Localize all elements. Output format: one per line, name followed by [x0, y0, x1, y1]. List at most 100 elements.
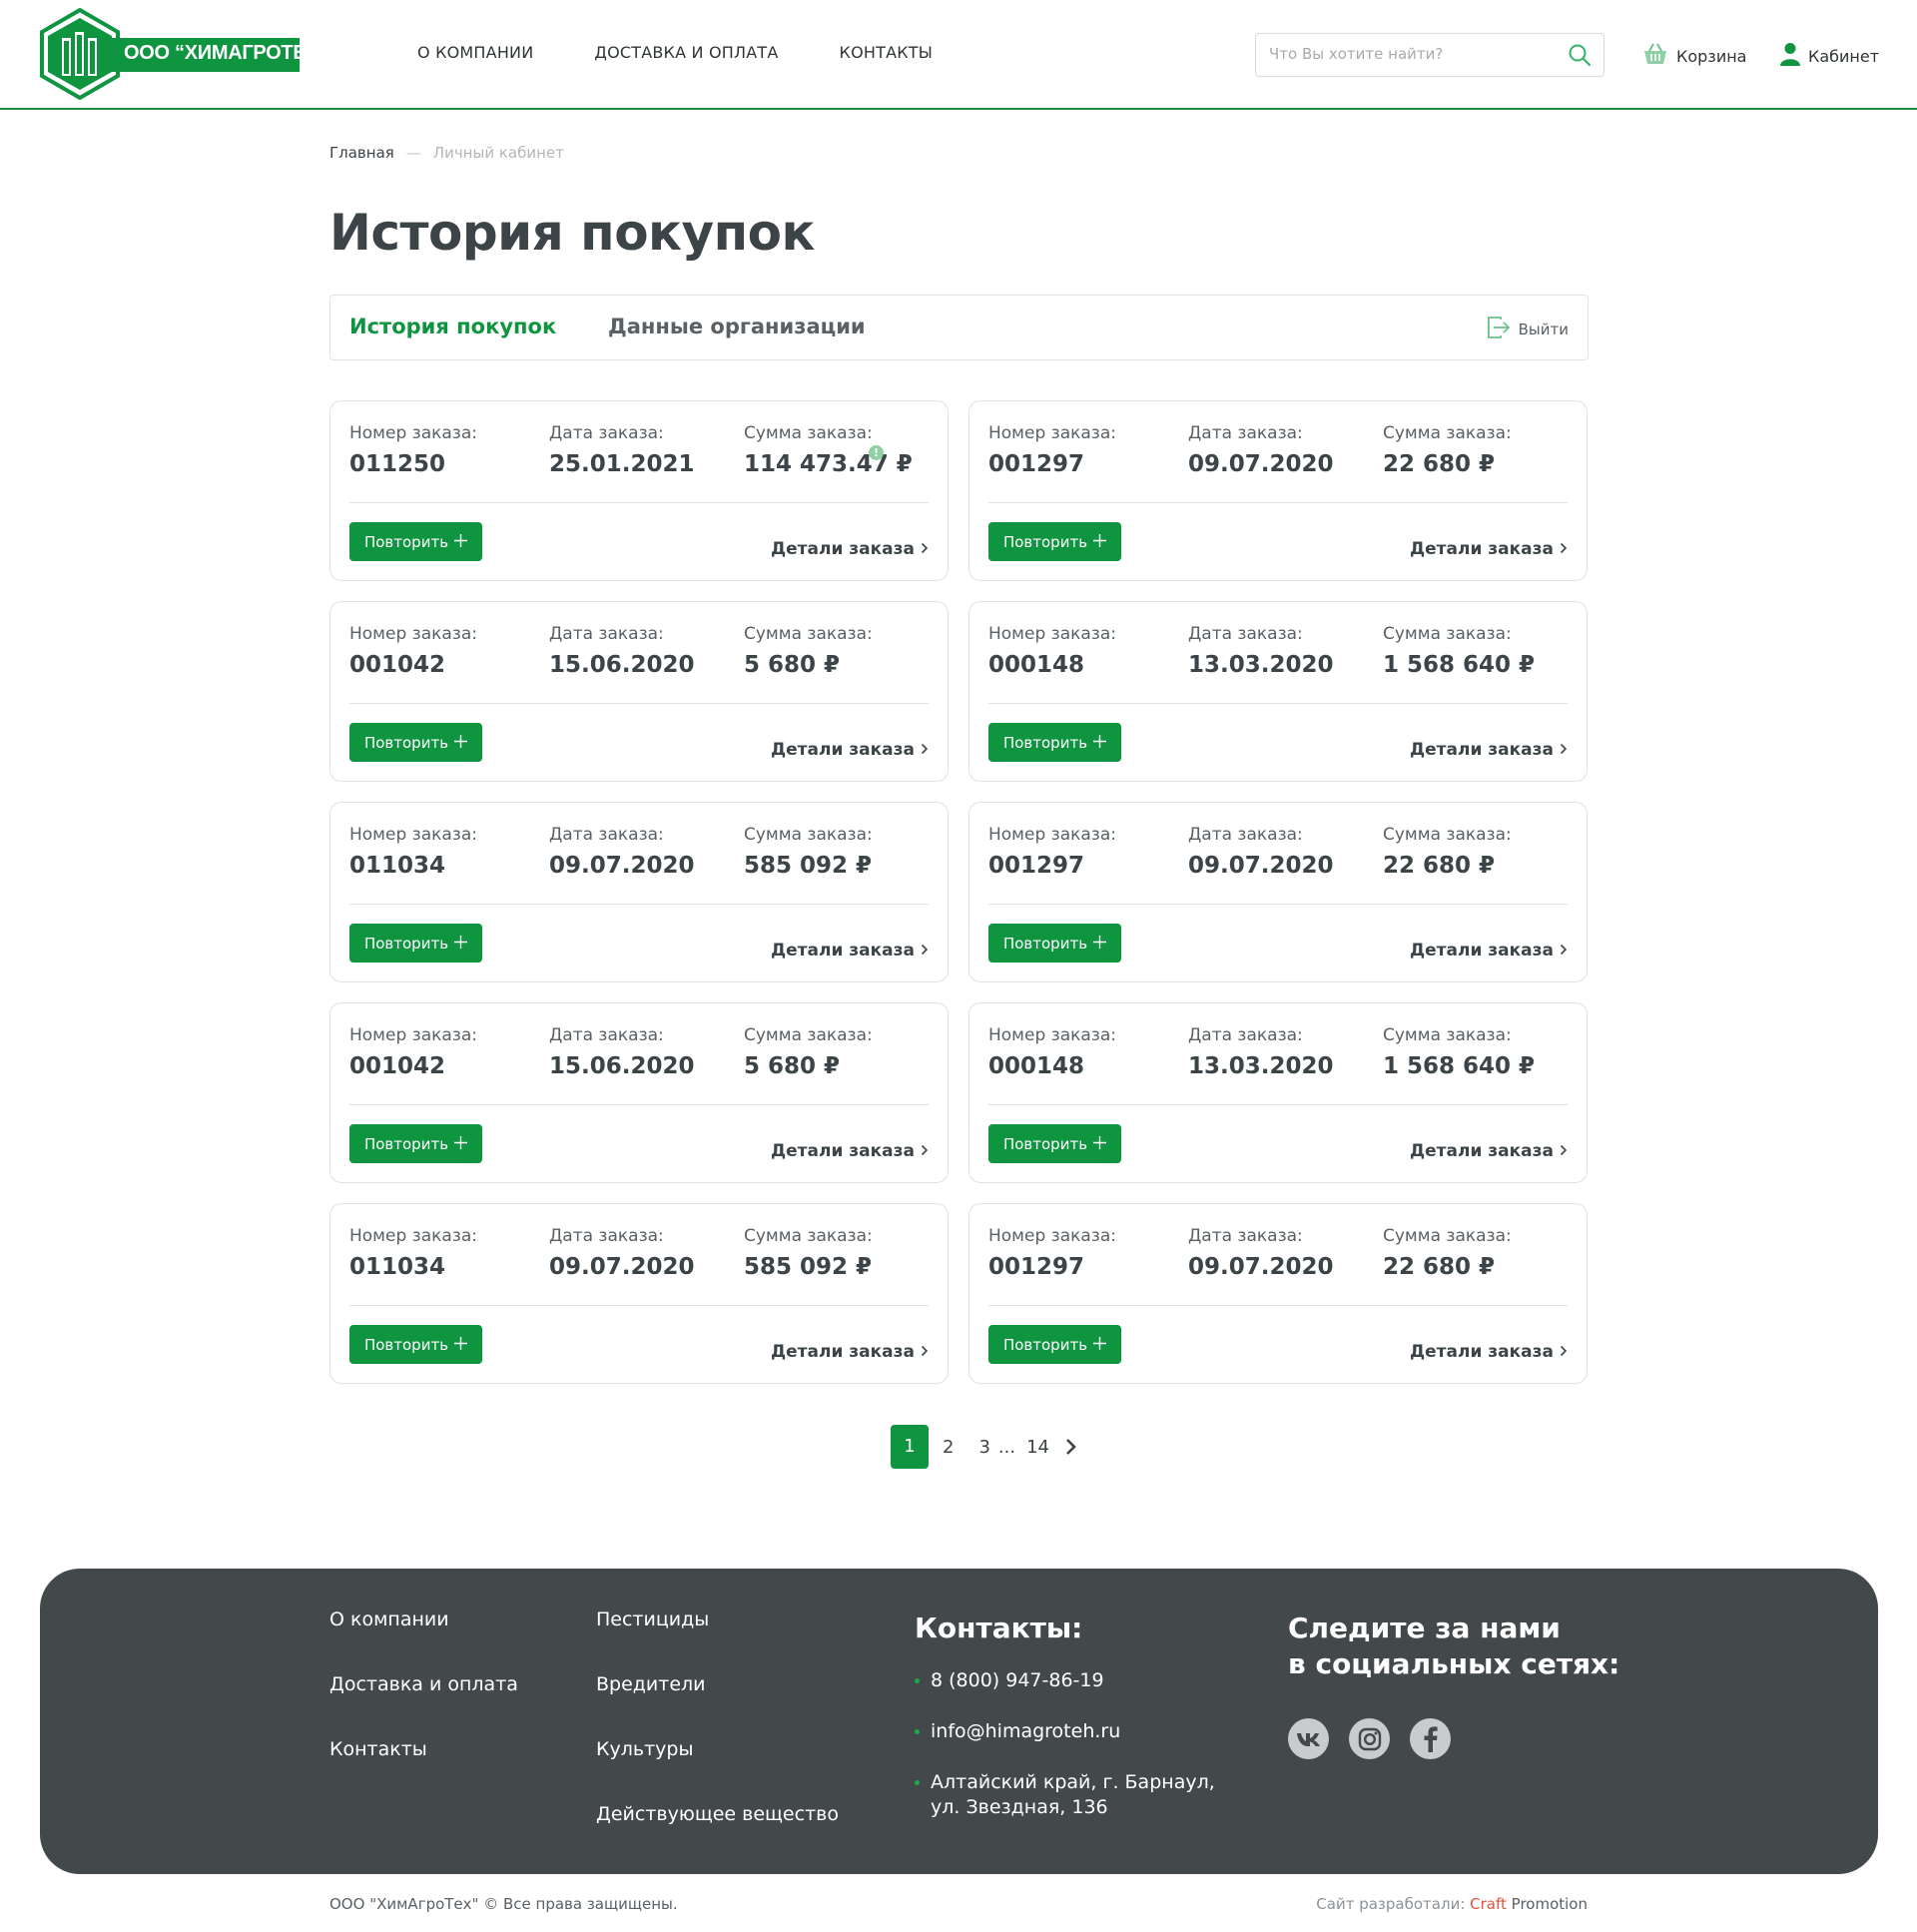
- page-3[interactable]: 3: [978, 1437, 989, 1458]
- order-number-block: Номер заказа: 011034: [349, 1226, 477, 1280]
- details-label: Детали заказа: [1410, 539, 1554, 559]
- page-1[interactable]: 1: [891, 1425, 929, 1469]
- order-details-link[interactable]: Детали заказа: [1410, 1342, 1568, 1362]
- order-sum: 5 680 ₽: [744, 1053, 841, 1079]
- footer-link-pests[interactable]: Вредители: [596, 1673, 839, 1695]
- cabinet-link[interactable]: Кабинет: [1780, 42, 1879, 70]
- footer-link-contacts[interactable]: Контакты: [329, 1738, 518, 1760]
- order-sum: 585 092 ₽: [744, 1254, 873, 1280]
- instagram-icon[interactable]: [1349, 1718, 1390, 1759]
- order-date-label: Дата заказа:: [1188, 624, 1303, 644]
- footer-link-active-substance[interactable]: Действующее вещество: [596, 1803, 839, 1825]
- breadcrumb: Главная — Личный кабинет: [329, 144, 564, 162]
- repeat-order-button[interactable]: Повторить: [349, 723, 482, 762]
- developer-link-craft[interactable]: Craft: [1470, 1895, 1507, 1913]
- page-2[interactable]: 2: [943, 1437, 954, 1458]
- details-label: Детали заказа: [1410, 1342, 1554, 1362]
- page-last[interactable]: 14: [1026, 1437, 1049, 1458]
- footer-link-crops[interactable]: Культуры: [596, 1738, 839, 1760]
- order-date-block: Дата заказа: 09.07.2020: [549, 1226, 695, 1280]
- repeat-label: Повторить: [363, 934, 449, 953]
- order-number-block: Номер заказа: 000148: [988, 1025, 1116, 1079]
- order-number-label: Номер заказа:: [988, 1226, 1116, 1246]
- tab-purchase-history[interactable]: История покупок: [349, 315, 556, 338]
- social-title-1: Следите за нами: [1288, 1611, 1561, 1644]
- repeat-order-button[interactable]: Повторить: [988, 1124, 1121, 1163]
- order-details-link[interactable]: Детали заказа: [771, 740, 929, 760]
- next-page-chevron-icon[interactable]: [1065, 1438, 1077, 1456]
- order-details-link[interactable]: Детали заказа: [771, 1342, 929, 1362]
- breadcrumb-home[interactable]: Главная: [329, 144, 394, 162]
- order-date-label: Дата заказа:: [1188, 1025, 1303, 1045]
- order-number: 001042: [349, 652, 446, 678]
- order-details-link[interactable]: Детали заказа: [771, 1141, 929, 1161]
- order-number: 001297: [988, 853, 1085, 879]
- nav-delivery[interactable]: ДОСТАВКА И ОПЛАТА: [594, 43, 778, 62]
- order-sum-block: Сумма заказа: 114 473.47 ₽: [744, 423, 913, 477]
- repeat-order-button[interactable]: Повторить: [988, 1325, 1121, 1364]
- repeat-order-button[interactable]: Повторить: [349, 522, 482, 561]
- nav-about[interactable]: О КОМПАНИИ: [417, 43, 533, 62]
- repeat-label: Повторить: [1002, 934, 1088, 953]
- order-date: 09.07.2020: [1188, 853, 1334, 879]
- repeat-label: Повторить: [363, 1134, 449, 1153]
- nav-contacts[interactable]: КОНТАКТЫ: [840, 43, 934, 62]
- footer-socials: Следите за нами в социальных сетях:: [1288, 1610, 1619, 1759]
- order-sum-label: Сумма заказа:: [1383, 624, 1512, 644]
- repeat-order-button[interactable]: Повторить: [349, 1325, 482, 1364]
- repeat-order-button[interactable]: Повторить: [349, 924, 482, 963]
- order-number-block: Номер заказа: 001042: [349, 624, 477, 678]
- order-sum: 22 680 ₽: [1383, 1254, 1496, 1280]
- developer-link-promotion[interactable]: Promotion: [1512, 1895, 1588, 1913]
- order-details-link[interactable]: Детали заказа: [1410, 539, 1568, 559]
- footer-link-delivery[interactable]: Доставка и оплата: [329, 1673, 518, 1695]
- order-date-block: Дата заказа: 09.07.2020: [1188, 423, 1334, 477]
- order-details-link[interactable]: Детали заказа: [1410, 740, 1568, 760]
- info-icon[interactable]: !: [869, 445, 884, 460]
- contact-phone[interactable]: 8 (800) 947-86-19: [915, 1668, 1215, 1693]
- chevron-right-icon: [1560, 1342, 1568, 1362]
- page-title: История покупок: [329, 204, 815, 262]
- repeat-order-button[interactable]: Повторить: [349, 1124, 482, 1163]
- order-date-label: Дата заказа:: [549, 1226, 664, 1246]
- order-sum-label: Сумма заказа:: [1383, 423, 1512, 443]
- plus-icon: [454, 1135, 468, 1153]
- footer-link-about[interactable]: О компании: [329, 1609, 518, 1630]
- card-divider: [349, 1305, 929, 1306]
- order-number-block: Номер заказа: 001297: [988, 825, 1116, 879]
- order-details-link[interactable]: Детали заказа: [1410, 1141, 1568, 1161]
- order-details-link[interactable]: Детали заказа: [1410, 941, 1568, 961]
- footer-link-pesticides[interactable]: Пестициды: [596, 1609, 839, 1630]
- logout-button[interactable]: Выйти: [1487, 316, 1569, 343]
- order-card: Номер заказа: 011034 Дата заказа: 09.07.202…: [329, 1203, 949, 1384]
- order-date-label: Дата заказа:: [1188, 825, 1303, 845]
- search-input[interactable]: [1269, 34, 1559, 74]
- facebook-icon[interactable]: [1410, 1718, 1451, 1759]
- order-card: Номер заказа: 011250 Дата заказа: 25.01.202…: [329, 400, 949, 581]
- repeat-order-button[interactable]: Повторить: [988, 723, 1121, 762]
- repeat-order-button[interactable]: Повторить: [988, 522, 1121, 561]
- order-details-link[interactable]: Детали заказа: [771, 941, 929, 961]
- tab-organization-data[interactable]: Данные организации: [608, 315, 866, 338]
- repeat-label: Повторить: [363, 733, 449, 752]
- card-divider: [349, 502, 929, 503]
- card-divider: [988, 1305, 1568, 1306]
- order-sum-label: Сумма заказа:: [744, 825, 873, 845]
- search-icon[interactable]: [1568, 43, 1592, 71]
- vk-icon[interactable]: [1288, 1718, 1329, 1759]
- company-logo[interactable]: ООО “ХИМАГРОТЕХ”: [38, 7, 328, 101]
- details-label: Детали заказа: [1410, 1141, 1554, 1161]
- contact-email[interactable]: info@himagroteh.ru: [915, 1719, 1215, 1744]
- order-sum-block: Сумма заказа: 22 680 ₽: [1383, 423, 1512, 477]
- repeat-order-button[interactable]: Повторить: [988, 924, 1121, 963]
- plus-icon: [1093, 1135, 1107, 1153]
- cart-link[interactable]: Корзина: [1642, 42, 1746, 70]
- order-sum-label: Сумма заказа:: [744, 624, 873, 644]
- plus-icon: [454, 533, 468, 551]
- order-details-link[interactable]: Детали заказа: [771, 539, 929, 559]
- copyright: ООО "ХимАгроТех" © Все права защищены.: [329, 1895, 678, 1913]
- order-number: 011034: [349, 853, 446, 879]
- address-line-2: ул. Звездная, 136: [931, 1796, 1108, 1818]
- order-sum: 22 680 ₽: [1383, 451, 1496, 477]
- order-sum-label: Сумма заказа:: [1383, 1226, 1512, 1246]
